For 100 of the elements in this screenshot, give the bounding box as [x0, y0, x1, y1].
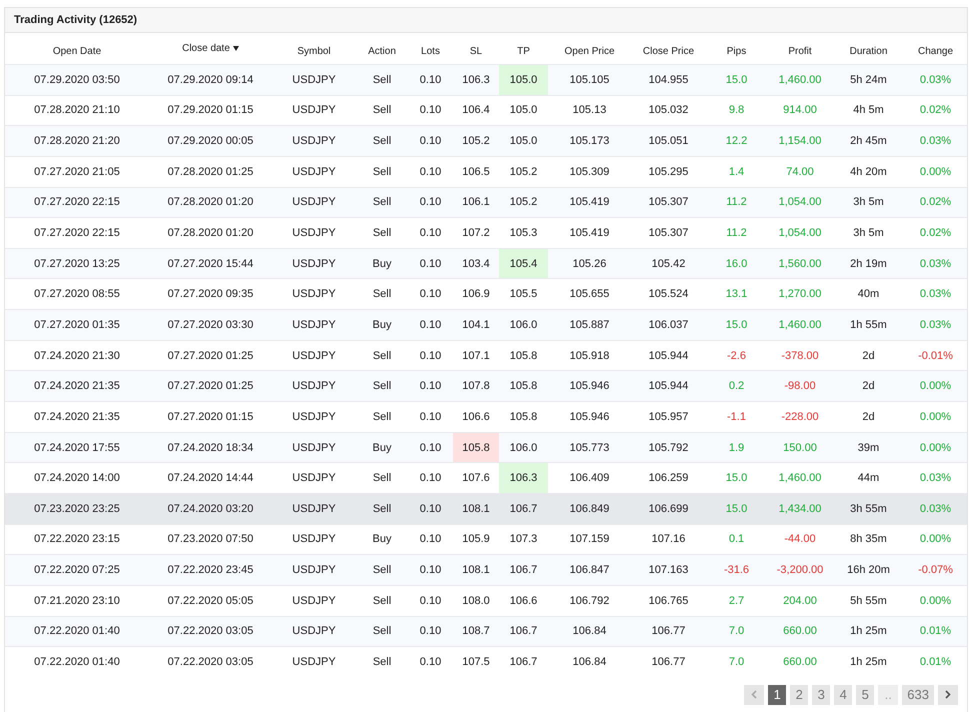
chevron-left-icon [751, 690, 758, 700]
table-cell: 106.699 [631, 493, 706, 524]
table-cell: 1h 25m [833, 646, 904, 677]
table-cell: 0.00% [904, 432, 967, 463]
table-cell: 07.27.2020 01:25 [149, 370, 272, 402]
table-cell: 07.22.2020 01:40 [5, 616, 149, 647]
table-cell: 07.27.2020 03:30 [149, 310, 272, 340]
table-cell: 0.10 [408, 248, 453, 279]
table-cell: 2d [833, 370, 904, 402]
column-header[interactable]: Close Price [642, 46, 694, 56]
table-cell: 0.10 [408, 554, 453, 586]
table-cell: 107.5 [453, 646, 499, 677]
table-cell: USDJPY [272, 248, 356, 279]
table-cell: 07.24.2020 18:34 [149, 432, 272, 463]
table-cell: 106.77 [631, 646, 706, 677]
table-cell: 660.00 [767, 616, 833, 647]
column-header[interactable]: Duration [850, 46, 888, 56]
table-cell: USDJPY [272, 616, 356, 647]
table-cell: 07.22.2020 03:05 [149, 616, 272, 647]
table-cell: 15.0 [706, 64, 767, 96]
table-cell: 105.792 [631, 432, 706, 463]
table-cell: Sell [356, 554, 408, 586]
table-cell: 07.22.2020 23:45 [149, 554, 272, 586]
table-cell: Sell [356, 616, 408, 647]
table-cell: 105.944 [631, 370, 706, 402]
table-cell: Buy [356, 248, 408, 279]
table-cell: 07.23.2020 23:25 [5, 493, 149, 524]
table-cell: 106.847 [548, 554, 631, 586]
table-cell: 104.1 [453, 310, 499, 340]
column-header[interactable]: Action [368, 46, 396, 56]
table-cell: 07.27.2020 13:25 [5, 248, 149, 279]
table-cell: 07.22.2020 07:25 [5, 554, 149, 586]
table-cell: 12.2 [706, 126, 767, 156]
column-header[interactable]: Change [918, 46, 954, 56]
next-page-button[interactable] [938, 684, 958, 705]
column-header[interactable]: Profit [788, 46, 812, 56]
column-header[interactable]: Symbol [297, 46, 331, 56]
table-cell: Buy [356, 432, 408, 463]
page-button[interactable]: 2 [790, 684, 808, 705]
table-cell: 106.3 [453, 64, 499, 96]
table-cell: Sell [356, 646, 408, 677]
column-header[interactable]: Open Price [564, 46, 615, 56]
table-cell: 07.29.2020 09:14 [149, 64, 272, 96]
column-header[interactable]: Close date [182, 42, 239, 54]
page-button[interactable]: 5 [856, 684, 874, 705]
table-cell: 106.84 [548, 646, 631, 677]
table-cell: 105.773 [548, 432, 631, 463]
table-cell: 5h 24m [833, 64, 904, 96]
table-cell: 106.7 [499, 616, 548, 647]
table-cell: 107.8 [453, 370, 499, 402]
table-cell: 105.173 [548, 126, 631, 156]
table-cell: 105.105 [548, 64, 631, 96]
table-cell: USDJPY [272, 310, 356, 340]
table-cell: USDJPY [272, 432, 356, 463]
table-cell: 105.419 [548, 187, 631, 218]
table-cell: 07.28.2020 21:20 [5, 126, 149, 156]
table-cell: 3h 5m [833, 187, 904, 218]
page-button[interactable]: 633 [902, 684, 934, 705]
column-header[interactable]: Pips [726, 46, 746, 56]
table-cell: 105.4 [499, 248, 548, 279]
table-cell: 1h 25m [833, 616, 904, 647]
table-cell: Sell [356, 493, 408, 524]
table-cell: USDJPY [272, 370, 356, 402]
chevron-right-icon [945, 690, 951, 700]
table-cell: 105.8 [499, 370, 548, 402]
table-cell: 105.2 [453, 126, 499, 156]
table-cell: 105.051 [631, 126, 706, 156]
table-cell: 0.10 [408, 64, 453, 96]
column-header[interactable]: Lots [421, 46, 440, 56]
table-cell: 07.28.2020 01:20 [149, 187, 272, 218]
table-cell: 07.27.2020 15:44 [149, 248, 272, 279]
table-cell: 07.29.2020 00:05 [149, 126, 272, 156]
table-cell: 07.29.2020 03:50 [5, 64, 149, 96]
table-cell: USDJPY [272, 554, 356, 586]
table-cell: USDJPY [272, 126, 356, 156]
sort-caret-icon [232, 46, 239, 50]
column-header[interactable]: TP [517, 46, 530, 56]
table-cell: 15.0 [706, 310, 767, 340]
column-header[interactable]: Open Date [52, 46, 102, 56]
table-cell: 106.849 [548, 493, 631, 524]
page-button[interactable]: 3 [812, 684, 830, 705]
page-button[interactable]: 1 [768, 684, 786, 705]
table-cell: 39m [833, 432, 904, 463]
page-button[interactable]: 4 [834, 684, 852, 705]
table-cell: 105.307 [631, 187, 706, 218]
column-header[interactable]: SL [470, 46, 482, 56]
table-cell: 0.10 [408, 646, 453, 677]
table-cell: 0.03% [904, 493, 967, 524]
table-cell: 0.03% [904, 126, 967, 156]
table-cell: Sell [356, 64, 408, 96]
table-cell: 1,434.00 [767, 493, 833, 524]
table-cell: -98.00 [767, 370, 833, 402]
table-cell: 16h 20m [833, 554, 904, 586]
table-cell: Sell [356, 370, 408, 402]
table-cell: 108.1 [453, 493, 499, 524]
table-cell: USDJPY [272, 493, 356, 524]
table-cell: 106.0 [499, 432, 548, 463]
table-cell: -3,200.00 [767, 554, 833, 586]
table-cell: 105.946 [548, 370, 631, 402]
table-cell: 07.24.2020 21:35 [5, 370, 149, 402]
